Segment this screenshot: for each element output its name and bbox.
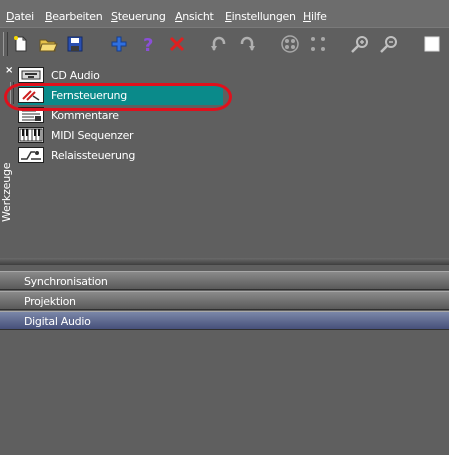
undo-icon[interactable] (208, 33, 230, 55)
content-area (0, 330, 449, 455)
menu-datei[interactable]: Datei (6, 10, 34, 24)
menu-ansicht[interactable]: Ansicht (175, 10, 214, 24)
tool-item-midi-sequenzer[interactable]: MIDI Sequenzer (18, 125, 238, 145)
zoom-in-icon[interactable] (349, 33, 371, 55)
tool-item-cd-audio[interactable]: CD Audio (18, 65, 238, 85)
section-synchronisation[interactable]: Synchronisation (0, 271, 449, 290)
menu-bearbeiten[interactable]: Bearbeiten (45, 10, 103, 24)
tool-label: MIDI Sequenzer (51, 128, 134, 142)
checkbox-icon[interactable] (421, 33, 443, 55)
help-icon[interactable]: ? (138, 33, 160, 55)
cd-audio-icon (18, 67, 44, 83)
toolbar-grip[interactable] (3, 32, 8, 56)
tool-label: Relaissteuerung (51, 148, 135, 162)
menu-bar: Datei Bearbeiten Steuerung Ansicht Einst… (0, 0, 449, 27)
midi-sequencer-icon (18, 127, 44, 143)
section-digital-audio[interactable]: Digital Audio (0, 311, 449, 330)
section-label: Projektion (24, 295, 76, 308)
toolbar: ? (0, 27, 449, 63)
panel-vertical-title: Werkzeuge (0, 162, 13, 222)
add-icon[interactable] (108, 33, 130, 55)
svg-text:?: ? (143, 35, 153, 54)
menu-einstellungen[interactable]: Einstellungen (225, 10, 296, 24)
zoom-out-icon[interactable] (378, 33, 400, 55)
section-label: Digital Audio (24, 315, 91, 328)
open-folder-icon[interactable] (37, 33, 59, 55)
section-projektion[interactable]: Projektion (0, 291, 449, 310)
selection-highlight-ring (4, 83, 232, 111)
tool-label: CD Audio (51, 68, 100, 82)
menu-steuerung[interactable]: Steuerung (111, 10, 166, 24)
menu-hilfe[interactable]: Hilfe (303, 10, 327, 24)
group-icon[interactable] (279, 33, 301, 55)
section-label: Synchronisation (24, 275, 108, 288)
redo-icon[interactable] (236, 33, 258, 55)
save-icon[interactable] (64, 33, 86, 55)
delete-icon[interactable] (166, 33, 188, 55)
ungroup-icon[interactable] (307, 33, 329, 55)
new-document-icon[interactable] (10, 33, 32, 55)
tools-panel: × Werkzeuge CD Audio Fernsteuerung Komme… (0, 62, 449, 258)
relay-control-icon (18, 147, 44, 163)
tool-item-relaissteuerung[interactable]: Relaissteuerung (18, 145, 238, 165)
panel-divider[interactable] (0, 258, 449, 265)
